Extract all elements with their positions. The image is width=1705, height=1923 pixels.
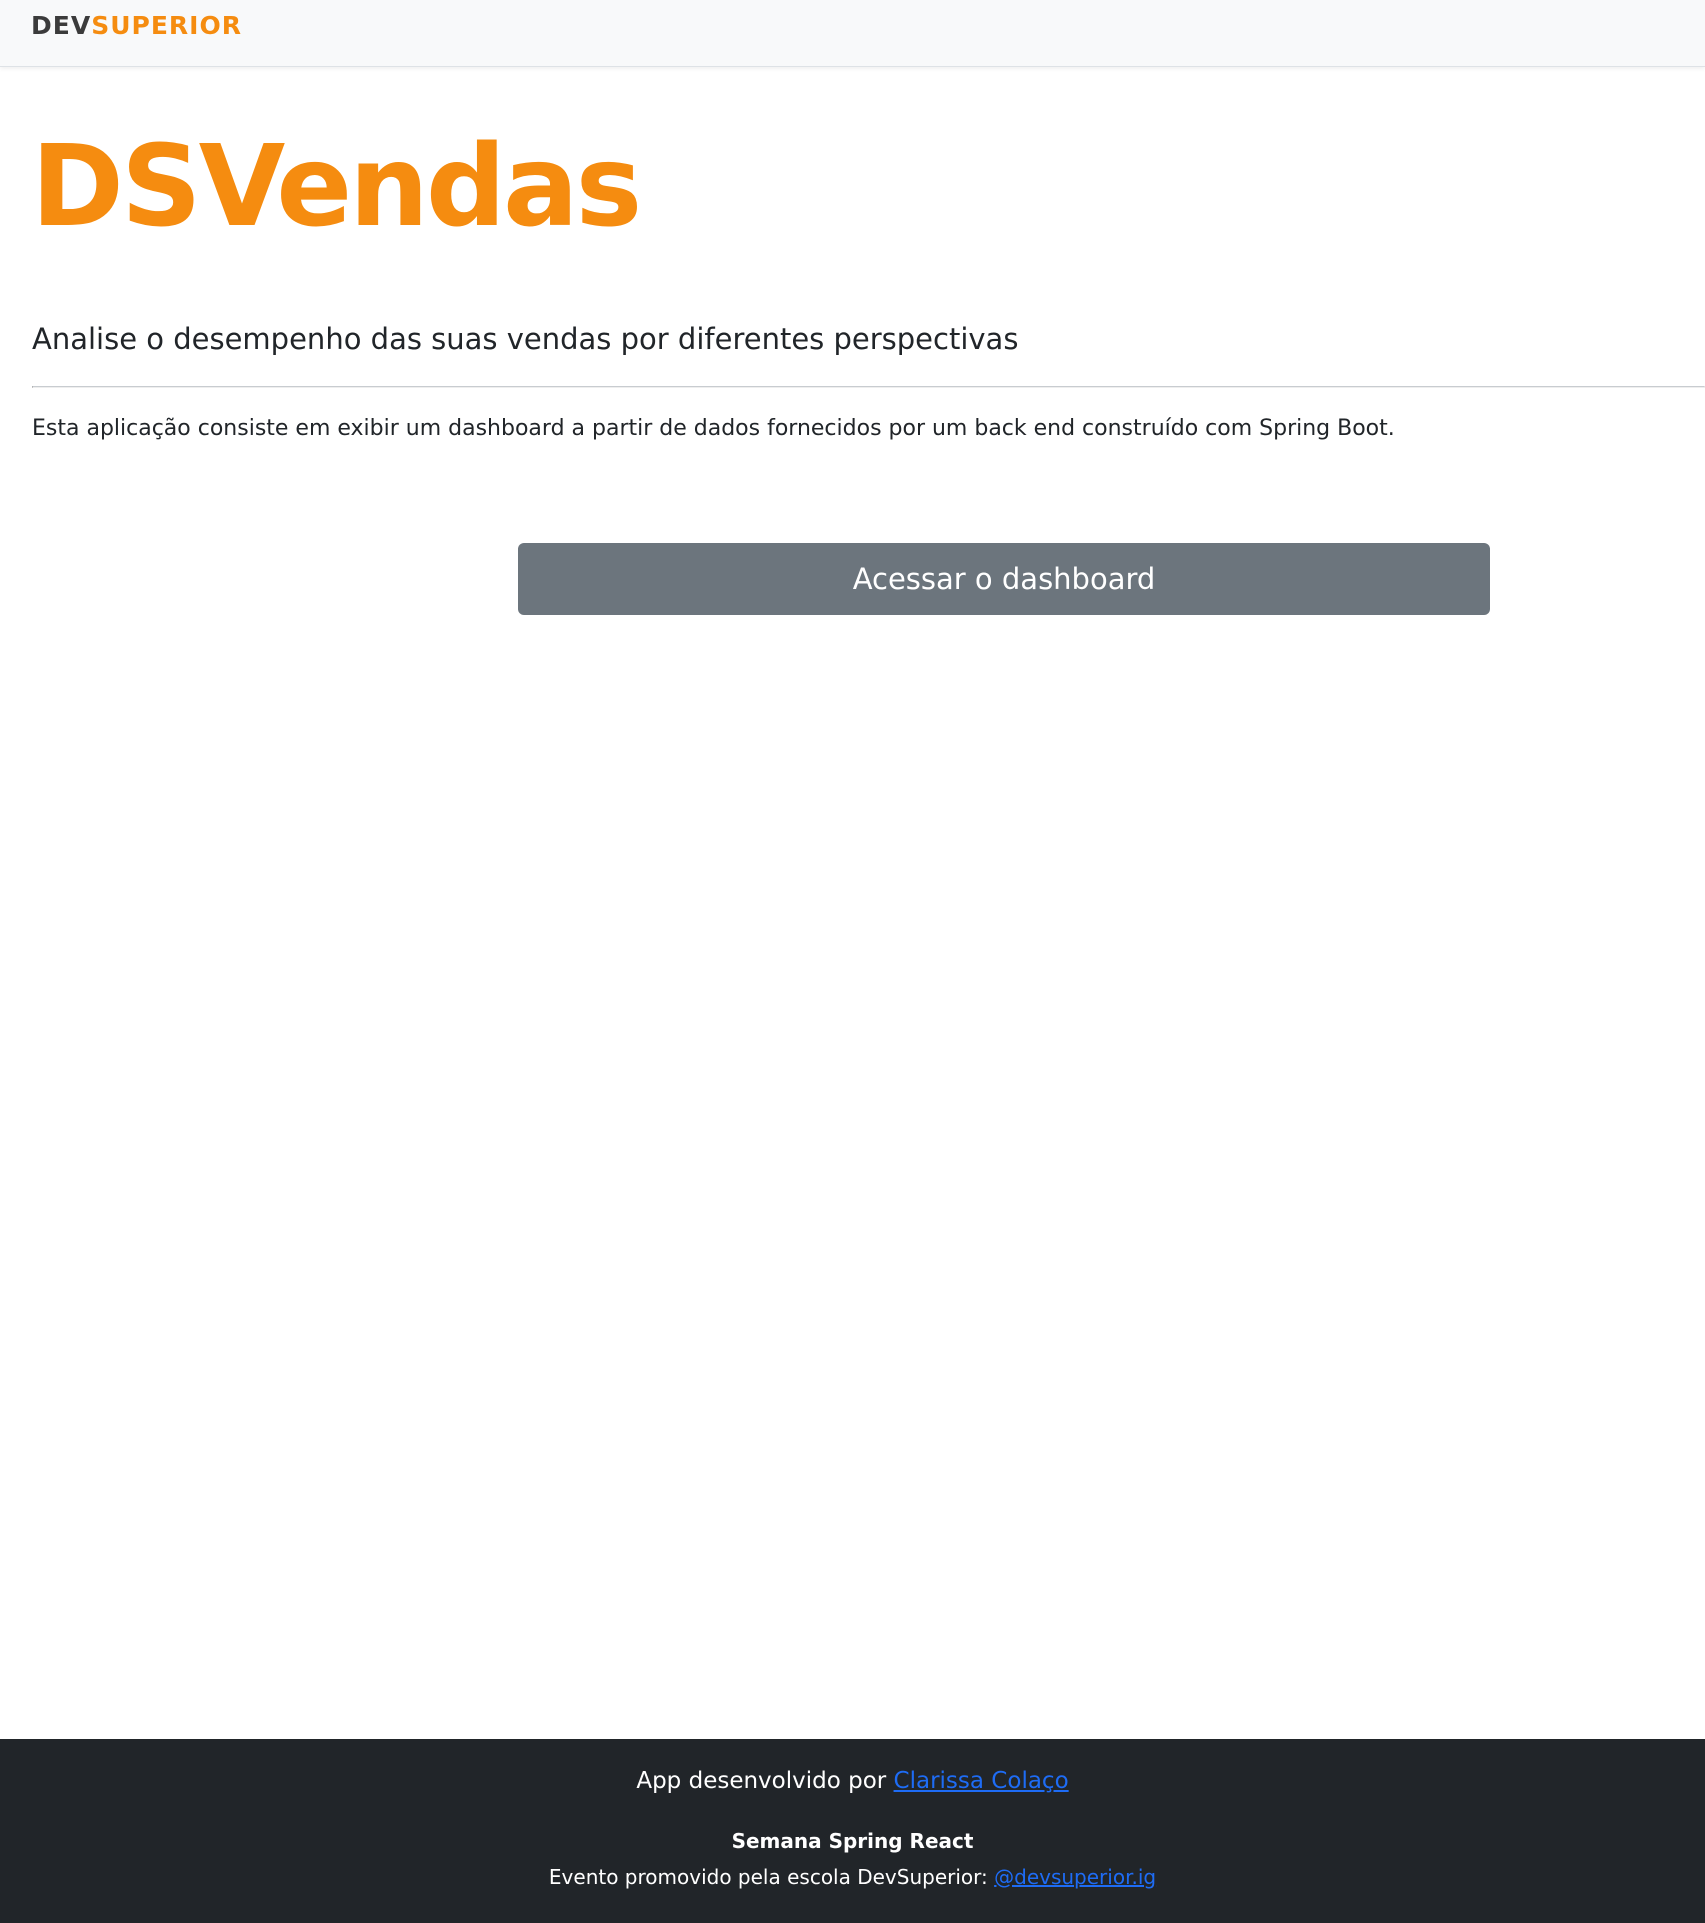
logo-dev-text: DEV	[31, 11, 92, 40]
lead-text: Analise o desempenho das suas vendas por…	[32, 322, 1019, 356]
footer-credit-prefix: App desenvolvido por	[636, 1768, 894, 1794]
logo-superior-text: SUPERIOR	[91, 11, 242, 40]
footer: App desenvolvido por Clarissa Colaço Sem…	[0, 1739, 1705, 1923]
navbar: DEVSUPERIOR	[0, 0, 1705, 67]
footer-credit: App desenvolvido por Clarissa Colaço	[0, 1765, 1705, 1797]
instagram-link[interactable]: @devsuperior.ig	[994, 1865, 1156, 1889]
footer-event-title: Semana Spring React	[731, 1829, 974, 1853]
footer-event-line: Evento promovido pela escola DevSuperior…	[0, 1863, 1705, 1891]
page-title: DSVendas	[31, 122, 642, 252]
divider	[32, 386, 1705, 388]
footer-event-prefix: Evento promovido pela escola DevSuperior…	[548, 1865, 995, 1889]
author-link[interactable]: Clarissa Colaço	[894, 1768, 1069, 1794]
devsuperior-logo[interactable]: DEVSUPERIOR	[31, 12, 242, 40]
access-dashboard-button[interactable]: Acessar o dashboard	[518, 543, 1490, 615]
description-text: Esta aplicação consiste em exibir um das…	[32, 416, 1395, 441]
